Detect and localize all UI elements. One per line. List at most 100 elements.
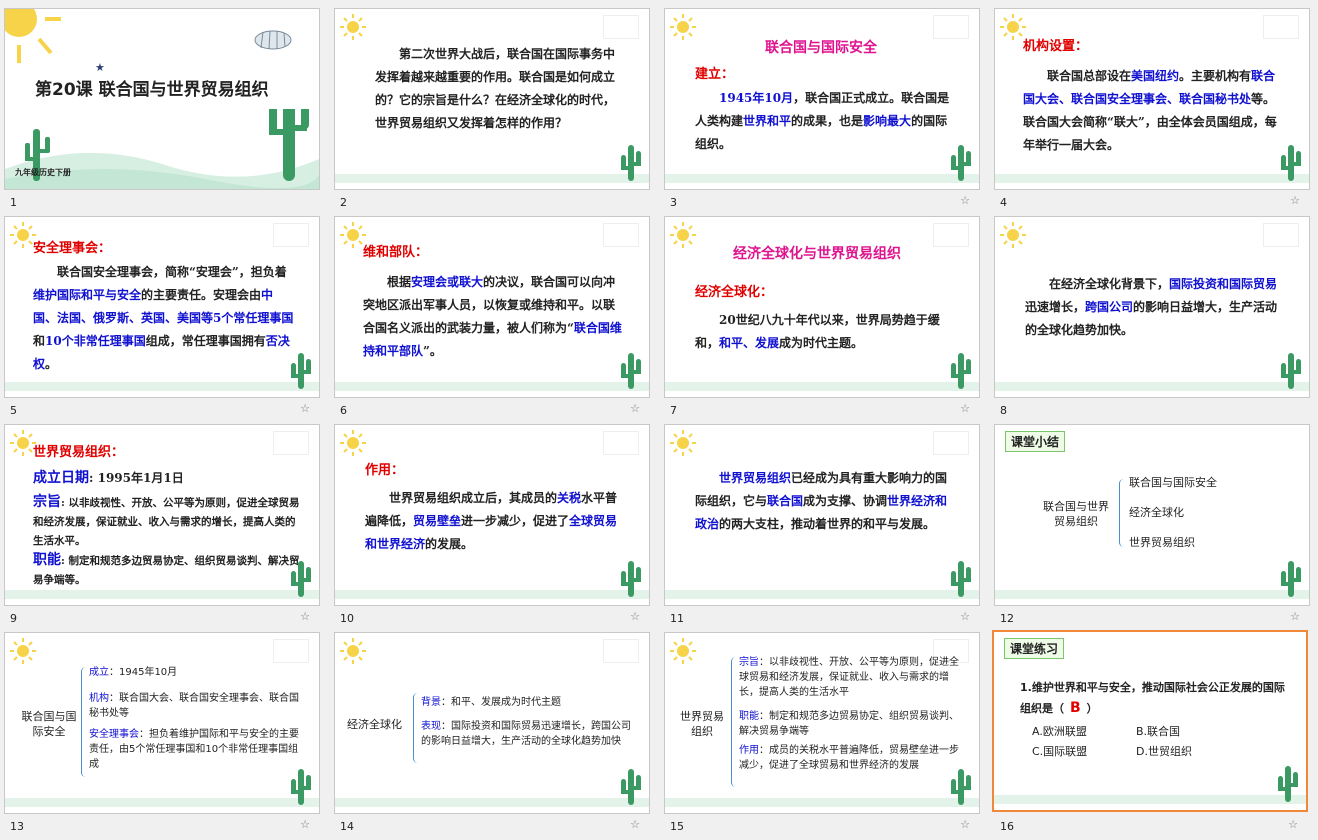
slide-thumbnail-14[interactable]: 经济全球化 背景：和平、发展成为时代主题 表现：国际投资和国际贸易迅速增长，跨国… [334,632,650,840]
slide-thumbnail-15[interactable]: 世界贸易组织 宗旨：以非歧视性、开放、公平等为原则，促进全球贸易和经济发展，保证… [664,632,980,840]
slide-number: 13 [10,820,24,833]
placeholder-box [933,15,969,39]
animation-star-icon[interactable]: ☆ [300,818,310,831]
mindmap-branch: 背景：和平、发展成为时代主题 [421,697,561,708]
slide-thumbnail-8[interactable]: 在经济全球化背景下，国际投资和国际贸易迅速增长，跨国公司的影响日益增大，生产活动… [994,216,1310,424]
slide-body: 在经济全球化背景下，国际投资和国际贸易迅速增长，跨国公司的影响日益增大，生产活动… [1025,277,1278,337]
slide-number: 15 [670,820,684,833]
placeholder-box [1263,223,1299,247]
quiz-option: D.世贸组织 [1136,745,1192,758]
founding-date: 成立日期: 1995年1月1日 [33,470,184,486]
section-tag: 课堂练习 [1004,638,1065,659]
quiz-option: C.国际联盟 [1032,745,1088,758]
mindmap-branch: 表现：国际投资和国际贸易迅速增长，跨国公司的影响日益增大，生产活动的全球化趋势加… [421,721,631,747]
animation-star-icon[interactable]: ☆ [960,610,970,623]
animation-star-icon[interactable]: ☆ [300,610,310,623]
ground-strip [665,382,979,391]
placeholder-box [933,431,969,455]
section-label: 建立： [695,67,735,82]
sun-icon [669,637,697,665]
mindmap-root: 联合国与国际安全 [21,710,77,738]
cactus-icon [621,561,641,597]
slide-thumbnail-16[interactable]: 课堂练习 1.维护世界和平与安全，推动国际社会公正发展的国际组织是（ B） A.欧… [992,630,1308,838]
ground-strip [995,174,1309,183]
cactus-icon [621,769,641,805]
slide-thumbnail-9[interactable]: 世界贸易组织： 成立日期: 1995年1月1日 宗旨: 以非歧视性、开放、公平等… [4,424,320,632]
slide-number: 9 [10,612,17,625]
slide-canvas: ★ 第20课 联合国与世界贸易组织 九年级历史下册 [4,8,320,190]
quiz-option: A.欧洲联盟 [1032,725,1087,738]
placeholder-box [273,431,309,455]
animation-star-icon[interactable]: ☆ [960,402,970,415]
slide-thumbnail-13[interactable]: 联合国与国际安全 成立：1945年10月 机构：联合国大会、联合国安全理事会、联… [4,632,320,840]
placeholder-box [273,639,309,663]
slide-thumbnail-1[interactable]: ★ 第20课 联合国与世界贸易组织 九年级历史下册 1 [4,8,320,216]
ground-strip [995,382,1309,391]
animation-star-icon[interactable]: ☆ [630,402,640,415]
slide-body: 世界贸易组织成立后，其成员的关税水平普遍降低，贸易壁垒进一步减少，促进了全球贸易… [365,491,618,551]
mindmap-branch: 作用：成员的关税水平普遍降低，贸易壁垒进一步减少，促进了全球贸易和世界经济的发展 [739,745,959,771]
cactus-icon [951,561,971,597]
ground-strip [5,382,319,391]
animation-star-icon[interactable]: ☆ [630,610,640,623]
mindmap-root: 世界贸易组织 [680,710,724,738]
sun-icon [669,429,697,457]
animation-star-icon[interactable]: ☆ [1290,194,1300,207]
sun-icon [669,13,697,41]
slide-thumbnail-10[interactable]: 作用： 世界贸易组织成立后，其成员的关税水平普遍降低，贸易壁垒进一步减少，促进了… [334,424,650,632]
animation-star-icon[interactable]: ☆ [1290,610,1300,623]
mindmap-branch: 机构：联合国大会、联合国安全理事会、联合国秘书处等 [89,693,299,719]
slide-canvas: 世界贸易组织 宗旨：以非歧视性、开放、公平等为原则，促进全球贸易和经济发展，保证… [664,632,980,814]
section-label: 经济全球化： [695,285,774,300]
slide-thumbnail-7[interactable]: 经济全球化与世界贸易组织 经济全球化： 20世纪八九十年代以来，世界局势趋于缓和… [664,216,980,424]
slide-canvas: 经济全球化与世界贸易组织 经济全球化： 20世纪八九十年代以来，世界局势趋于缓和… [664,216,980,398]
cactus-icon [621,145,641,181]
section-label: 世界贸易组织： [33,445,125,460]
slide-number: 7 [670,404,677,417]
slide-canvas: 维和部队： 根据安理会或联大的决议，联合国可以向冲突地区派出军事人员，以恢复或维… [334,216,650,398]
slide-thumbnail-5[interactable]: 安全理事会： 联合国安全理事会，简称“安理会”，担负着维护国际和平与安全的主要责… [4,216,320,424]
slide-thumbnail-6[interactable]: 维和部队： 根据安理会或联大的决议，联合国可以向冲突地区派出军事人员，以恢复或维… [334,216,650,424]
ground-strip [665,798,979,807]
placeholder-box [273,223,309,247]
slide-body: 联合国总部设在美国纽约。主要机构有联合国大会、联合国安全理事会、联合国秘书处等。… [1023,69,1277,152]
cactus-icon [951,353,971,389]
slide-thumbnail-3[interactable]: 联合国与国际安全 建立： 1945年10月，联合国正式成立。联合国是人类构建世界… [664,8,980,216]
slide-thumbnail-12[interactable]: 课堂小结 联合国与世界贸易组织 联合国与国际安全 经济全球化 世界贸易组织 12… [994,424,1310,632]
wto-function: 职能: 制定和规范多边贸易协定、组织贸易谈判、解决贸易争端等。 [33,552,300,586]
sun-icon [9,637,37,665]
animation-star-icon[interactable]: ☆ [960,194,970,207]
slide-thumbnail-11[interactable]: 世界贸易组织已经成为具有重大影响力的国际组织，它与联合国成为支撑、协调世界经济和… [664,424,980,632]
slide-canvas: 经济全球化 背景：和平、发展成为时代主题 表现：国际投资和国际贸易迅速增长，跨国… [334,632,650,814]
animation-star-icon[interactable]: ☆ [300,402,310,415]
slide-canvas: 第二次世界大战后，联合国在国际事务中发挥着越来越重要的作用。联合国是如何成立的？… [334,8,650,190]
slide-canvas: 联合国与国际安全 成立：1945年10月 机构：联合国大会、联合国安全理事会、联… [4,632,320,814]
cactus-icon [1281,353,1301,389]
animation-star-icon[interactable]: ☆ [1288,818,1298,831]
cactus-icon [621,353,641,389]
placeholder-box [603,639,639,663]
slide-canvas: 联合国与国际安全 建立： 1945年10月，联合国正式成立。联合国是人类构建世界… [664,8,980,190]
slide-number: 4 [1000,196,1007,209]
slide-canvas: 在经济全球化背景下，国际投资和国际贸易迅速增长，跨国公司的影响日益增大，生产活动… [994,216,1310,398]
animation-star-icon[interactable]: ☆ [960,818,970,831]
slide-thumbnail-2[interactable]: 第二次世界大战后，联合国在国际事务中发挥着越来越重要的作用。联合国是如何成立的？… [334,8,650,216]
cactus-icon [951,769,971,805]
cactus-icon [291,769,311,805]
slide-number: 8 [1000,404,1007,417]
ground-strip [994,795,1306,804]
section-label: 作用： [365,463,405,478]
slide-number: 3 [670,196,677,209]
ground-strip [665,590,979,599]
slide-body: 世界贸易组织已经成为具有重大影响力的国际组织，它与联合国成为支撑、协调世界经济和… [695,471,948,531]
star-decoration-icon: ★ [95,61,105,74]
slide-number: 12 [1000,612,1014,625]
mindmap-item: 世界贸易组织 [1129,536,1195,549]
cactus-icon [291,353,311,389]
slide-thumbnail-4[interactable]: 机构设置： 联合国总部设在美国纽约。主要机构有联合国大会、联合国安全理事会、联合… [994,8,1310,216]
ground-strip [335,798,649,807]
animation-star-icon[interactable]: ☆ [630,818,640,831]
mindmap-branch: 成立：1945年10月 [89,667,178,678]
sun-icon [339,429,367,457]
slide-body: 根据安理会或联大的决议，联合国可以向冲突地区派出军事人员，以恢复或维持和平。以联… [363,275,622,358]
